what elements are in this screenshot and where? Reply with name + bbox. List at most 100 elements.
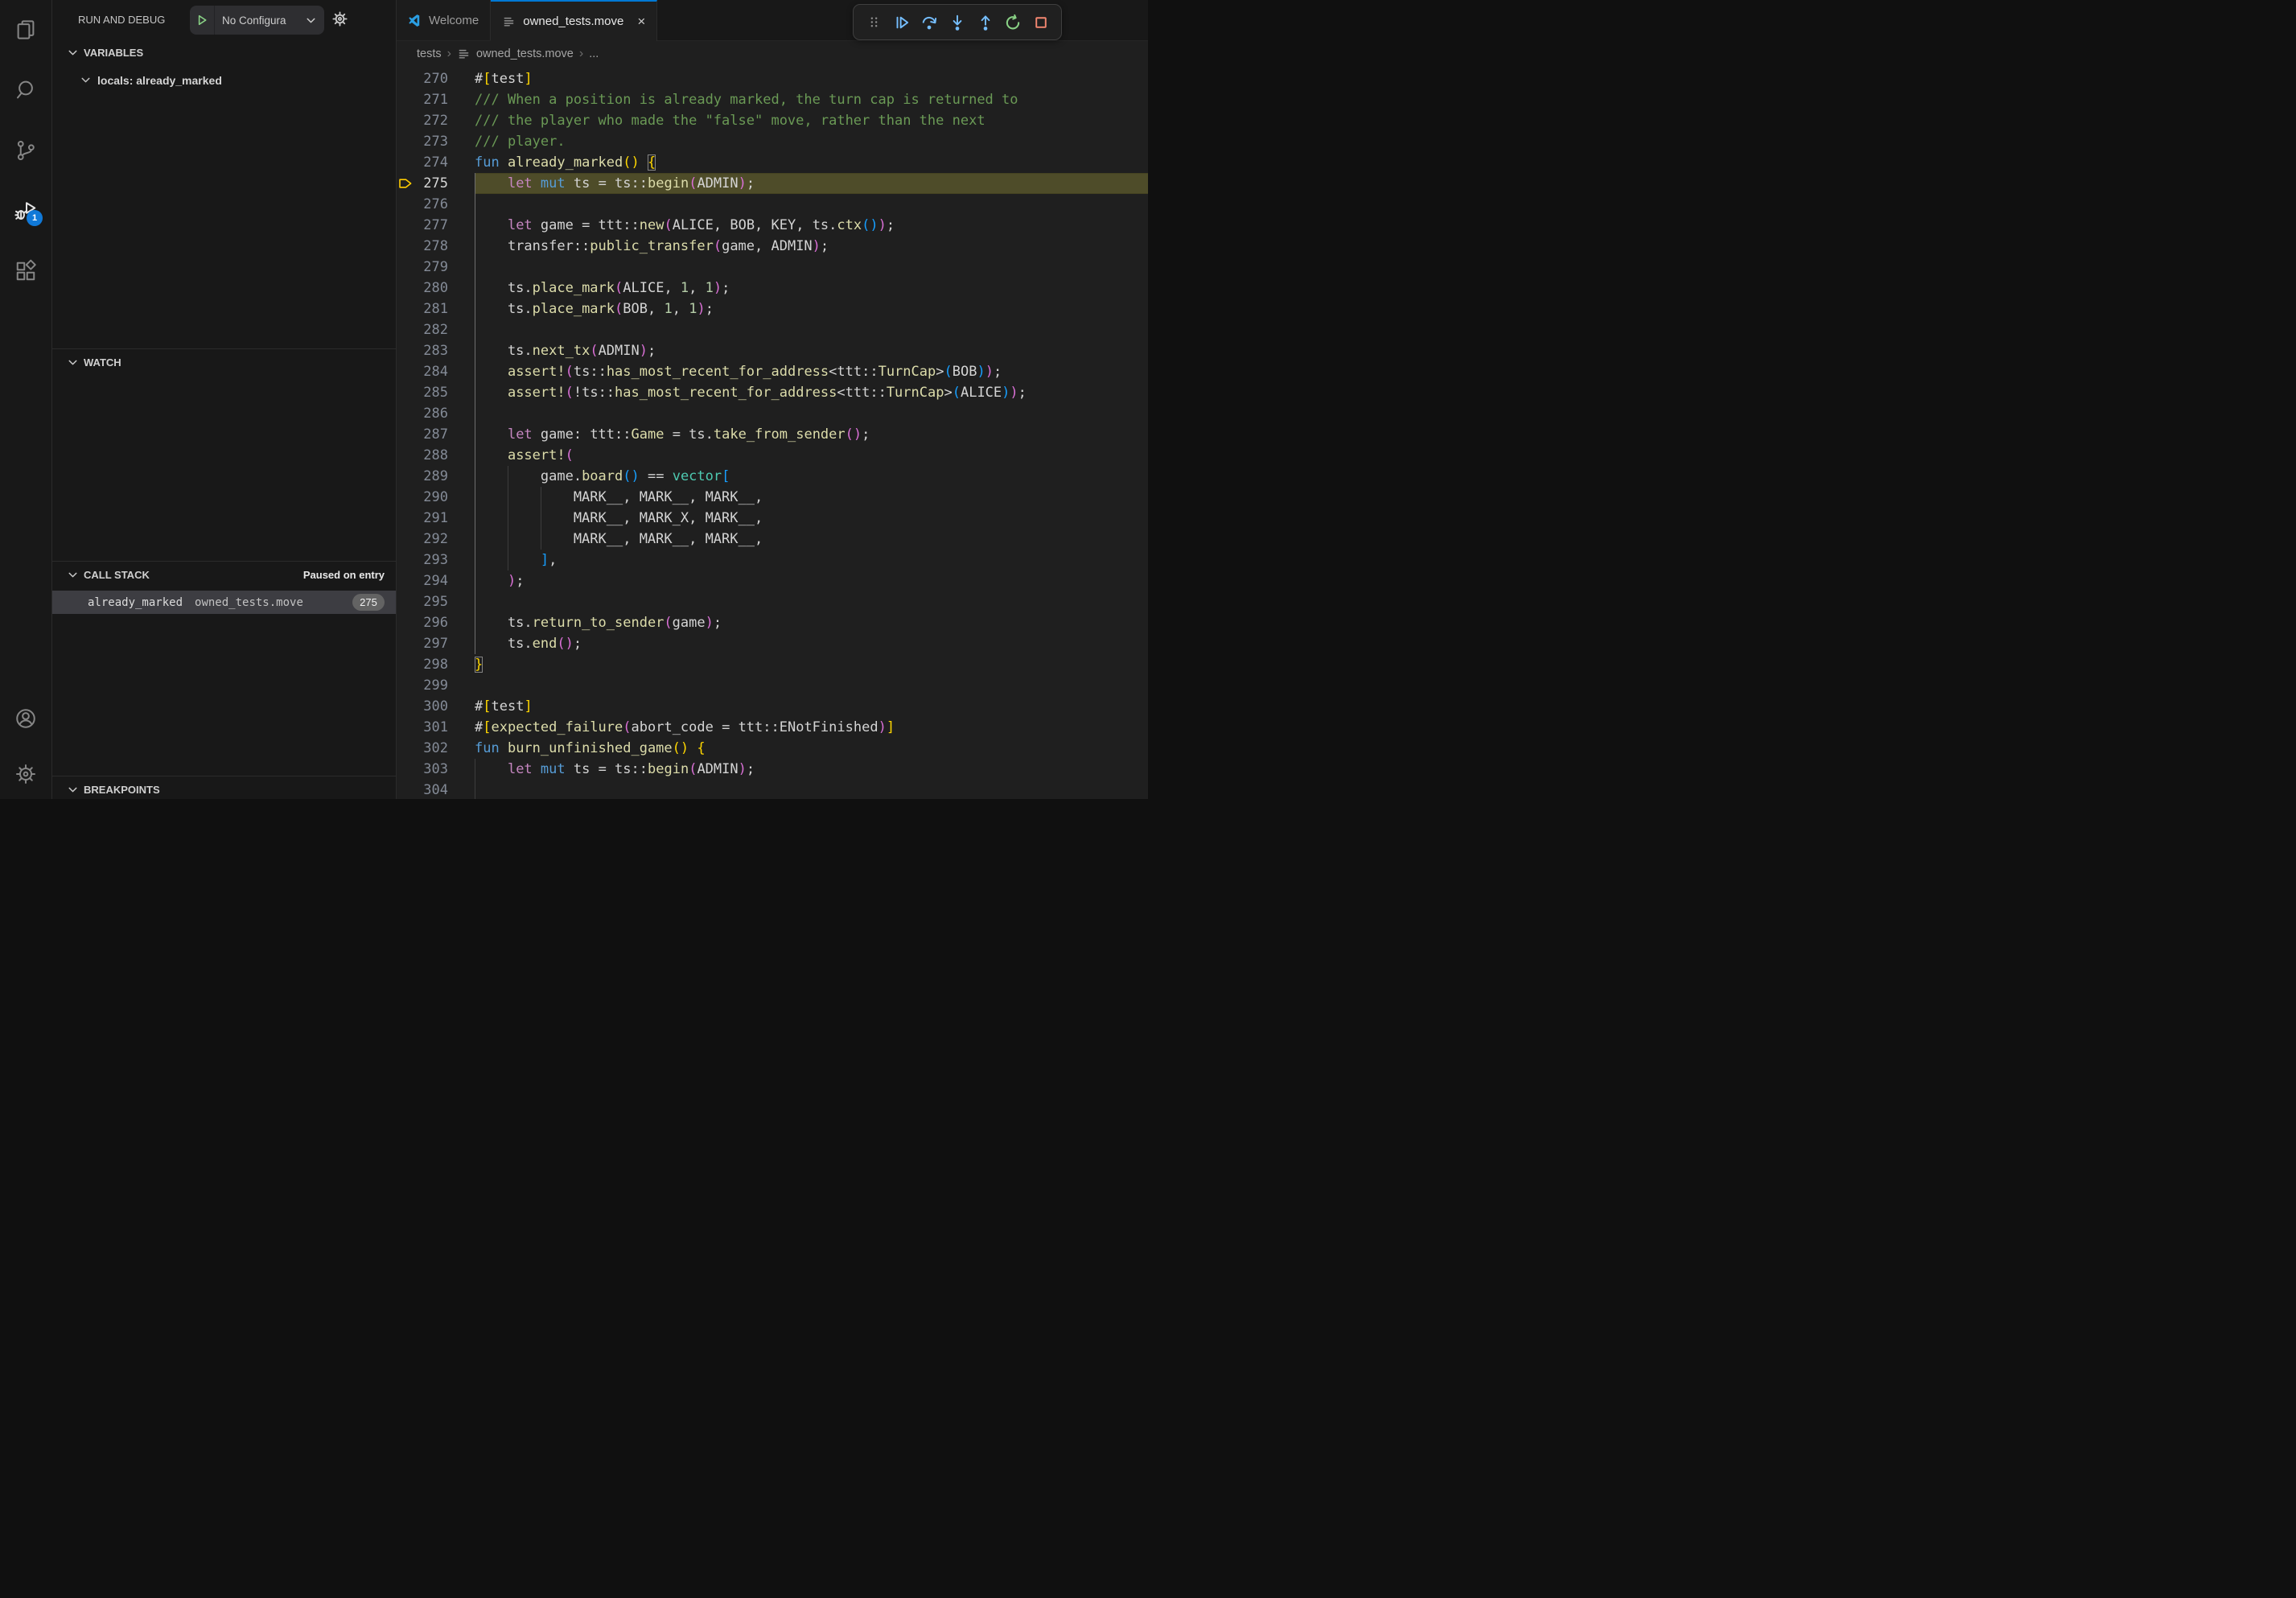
line-number[interactable]: 280 xyxy=(397,278,448,299)
line-number[interactable]: 287 xyxy=(397,424,448,445)
code-line-text[interactable]: #[test] xyxy=(475,696,533,717)
line-number[interactable]: 275 xyxy=(397,173,448,194)
line-number[interactable]: 291 xyxy=(397,508,448,529)
code-line-text[interactable]: ts.return_to_sender(game); xyxy=(475,612,722,633)
step-into-button[interactable] xyxy=(945,10,969,35)
code-line-text[interactable]: assert!(!ts::has_most_recent_for_address… xyxy=(475,382,1027,403)
line-number[interactable]: 274 xyxy=(397,152,448,173)
step-over-button[interactable] xyxy=(917,10,941,35)
code-line-text[interactable]: /// the player who made the "false" move… xyxy=(475,110,985,131)
breadcrumb-item-symbol[interactable]: ... xyxy=(589,47,599,60)
line-number[interactable]: 300 xyxy=(397,696,448,717)
line-number[interactable]: 279 xyxy=(397,257,448,278)
code-line-text[interactable]: let game: ttt::Game = ts.take_from_sende… xyxy=(475,424,870,445)
code-line-text[interactable]: let mut ts = ts::begin(ADMIN); xyxy=(475,173,755,194)
code-line-text[interactable]: game.board() == vector[ xyxy=(475,466,730,487)
line-number[interactable]: 273 xyxy=(397,131,448,152)
line-number[interactable]: 295 xyxy=(397,591,448,612)
code-line-text[interactable]: let mut ts = ts::begin(ADMIN); xyxy=(475,759,755,780)
code-token: ) xyxy=(632,468,640,484)
line-number[interactable]: 303 xyxy=(397,759,448,780)
code-token: ALICE, BOB, KEY, ts. xyxy=(673,217,837,233)
step-out-button[interactable] xyxy=(973,10,998,35)
line-number[interactable]: 271 xyxy=(397,89,448,110)
activity-bar-item-account[interactable] xyxy=(0,701,51,736)
breakpoints-section-header[interactable]: BREAKPOINTS xyxy=(52,777,396,799)
breadcrumb-item-tests[interactable]: tests xyxy=(417,47,442,60)
code-line-text[interactable]: ts.next_tx(ADMIN); xyxy=(475,340,656,361)
line-number[interactable]: 297 xyxy=(397,633,448,654)
tab-welcome[interactable]: Welcome xyxy=(397,0,491,40)
line-number[interactable]: 288 xyxy=(397,445,448,466)
activity-bar-item-settings[interactable] xyxy=(0,756,51,792)
line-number[interactable]: 296 xyxy=(397,612,448,633)
code-line-text[interactable]: MARK__, MARK_X, MARK__, xyxy=(475,508,763,529)
line-number[interactable]: 286 xyxy=(397,403,448,424)
close-tab-button[interactable]: × xyxy=(637,14,645,28)
line-number[interactable]: 304 xyxy=(397,780,448,799)
watch-section-header[interactable]: WATCH xyxy=(52,350,396,374)
variables-scope-row[interactable]: locals: already_marked xyxy=(52,68,396,92)
line-number[interactable]: 284 xyxy=(397,361,448,382)
line-number[interactable]: 281 xyxy=(397,299,448,319)
line-number[interactable]: 299 xyxy=(397,675,448,696)
debug-configuration-dropdown[interactable]: No Configura xyxy=(190,6,324,35)
toolbar-drag-handle[interactable] xyxy=(862,10,886,35)
line-number[interactable]: 277 xyxy=(397,215,448,236)
code-line-text[interactable]: fun already_marked() { xyxy=(475,152,656,173)
code-line-text[interactable]: #[test] xyxy=(475,68,533,89)
variables-section-header[interactable]: VARIABLES xyxy=(52,40,396,64)
line-number[interactable]: 289 xyxy=(397,466,448,487)
code-line-text[interactable]: MARK__, MARK__, MARK__, xyxy=(475,487,763,508)
code-line-text[interactable]: /// player. xyxy=(475,131,566,152)
breadcrumb-item-file[interactable]: owned_tests.move xyxy=(476,47,574,60)
code-line-text[interactable]: #[expected_failure(abort_code = ttt::ENo… xyxy=(475,717,895,738)
line-number[interactable]: 301 xyxy=(397,717,448,738)
code-token: ADMIN xyxy=(599,343,640,359)
line-number[interactable]: 283 xyxy=(397,340,448,361)
line-number[interactable]: 270 xyxy=(397,68,448,89)
code-line-text[interactable]: ts.place_mark(BOB, 1, 1); xyxy=(475,299,714,319)
code-line-text[interactable]: transfer::public_transfer(game, ADMIN); xyxy=(475,236,829,257)
restart-button[interactable] xyxy=(1001,10,1025,35)
code-token: ts. xyxy=(475,636,533,652)
activity-bar-item-search[interactable] xyxy=(0,72,51,108)
activity-bar-item-source-control[interactable] xyxy=(0,133,51,168)
code-line-text[interactable]: /// When a position is already marked, t… xyxy=(475,89,1018,110)
code-line-text[interactable]: } xyxy=(475,654,483,675)
activity-bar-item-explorer[interactable] xyxy=(0,12,51,47)
line-number[interactable]: 276 xyxy=(397,194,448,215)
code-line-text[interactable]: MARK__, MARK__, MARK__, xyxy=(475,529,763,550)
line-number[interactable]: 292 xyxy=(397,529,448,550)
stop-button[interactable] xyxy=(1029,10,1053,35)
activity-bar-item-extensions[interactable] xyxy=(0,253,51,289)
code-editor[interactable]: 270 #[test] 271 /// When a position is alre… xyxy=(397,67,1148,799)
code-line-text[interactable]: ], xyxy=(475,550,557,570)
line-number[interactable]: 302 xyxy=(397,738,448,759)
line-number[interactable]: 290 xyxy=(397,487,448,508)
start-debugging-icon[interactable] xyxy=(190,13,214,27)
extensions-icon xyxy=(14,259,38,283)
code-line-text[interactable]: assert!(ts::has_most_recent_for_address<… xyxy=(475,361,1002,382)
code-line-text[interactable]: ts.end(); xyxy=(475,633,582,654)
line-number[interactable]: 282 xyxy=(397,319,448,340)
code-line-text[interactable]: fun burn_unfinished_game() { xyxy=(475,738,706,759)
code-line-292: 292 MARK__, MARK__, MARK__, xyxy=(397,529,1148,550)
line-number[interactable]: 294 xyxy=(397,570,448,591)
code-line-296: 296 ts.return_to_sender(game); xyxy=(397,612,1148,633)
line-number[interactable]: 285 xyxy=(397,382,448,403)
activity-bar-item-run-and-debug[interactable]: 1 xyxy=(0,193,51,229)
call-stack-frame-row[interactable]: already_marked owned_tests.move 275 xyxy=(52,591,396,614)
line-number[interactable]: 293 xyxy=(397,550,448,570)
tab-owned-tests-move[interactable]: owned_tests.move × xyxy=(491,0,657,41)
line-number[interactable]: 272 xyxy=(397,110,448,131)
call-stack-section-header[interactable]: CALL STACK Paused on entry xyxy=(52,562,396,587)
line-number[interactable]: 278 xyxy=(397,236,448,257)
code-line-text[interactable]: let game = ttt::new(ALICE, BOB, KEY, ts.… xyxy=(475,215,895,236)
code-line-text[interactable]: assert!( xyxy=(475,445,574,466)
line-number[interactable]: 298 xyxy=(397,654,448,675)
code-line-text[interactable]: ts.place_mark(ALICE, 1, 1); xyxy=(475,278,730,299)
continue-button[interactable] xyxy=(890,10,914,35)
debug-settings-gear-button[interactable] xyxy=(331,10,348,27)
code-line-text[interactable]: ); xyxy=(475,570,524,591)
